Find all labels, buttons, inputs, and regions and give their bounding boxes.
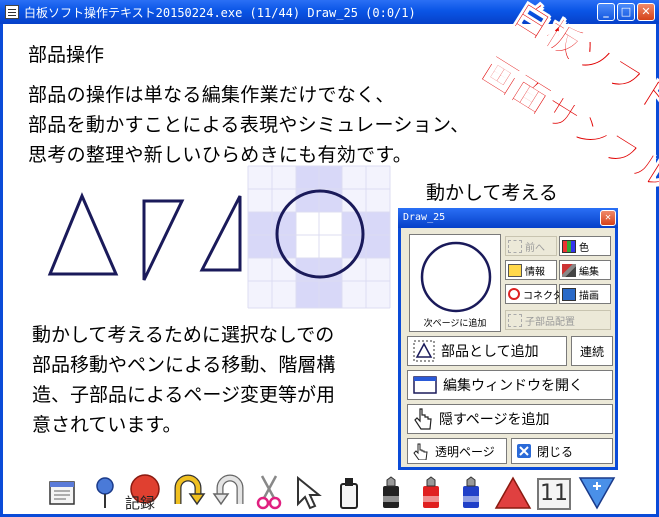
prev-icon <box>508 239 522 253</box>
preview-caption: 次ページに追加 <box>423 319 487 329</box>
minimize-button[interactable]: _ <box>597 3 615 21</box>
connector-label: コネクタ <box>523 290 563 302</box>
pin-icon[interactable] <box>92 476 118 510</box>
close-x-icon <box>517 444 531 458</box>
paragraph-line-2: 部品を動かすことによる表現やシミュレーション、 <box>28 114 470 136</box>
pointer-arrow-icon[interactable] <box>294 476 322 510</box>
body-line-2: 部品移動やペンによる移動、階層構 <box>32 354 336 376</box>
color-button[interactable]: 色 <box>559 236 611 256</box>
dialog-title-bar[interactable]: Draw_25 ✕ <box>398 208 618 228</box>
add-as-part-button[interactable]: 部品として追加 <box>407 336 567 366</box>
record-label: 記録 <box>125 494 156 512</box>
edit-button[interactable]: 編集 <box>559 260 611 280</box>
transparent-page-button[interactable]: 透明ページ <box>407 438 507 464</box>
info-icon <box>508 263 522 277</box>
grid-area <box>247 165 391 309</box>
color-label: 色 <box>579 242 589 254</box>
palette-icon <box>562 239 576 253</box>
undo-icon[interactable] <box>170 474 206 510</box>
child-layout-icon <box>508 313 522 327</box>
add-part-icon <box>413 340 435 362</box>
open-edit-window-button[interactable]: 編集ウィンドウを開く <box>407 370 613 400</box>
info-label: 情報 <box>525 266 545 278</box>
close-dialog-label: 閉じる <box>537 444 574 459</box>
part-preview[interactable]: 次ページに追加 <box>409 234 501 332</box>
hand-pointer-icon <box>414 408 432 430</box>
right-triangle-shape[interactable] <box>142 199 185 281</box>
page-number: 11 <box>537 478 571 510</box>
page-heading: 部品操作 <box>28 44 105 66</box>
scissors-icon[interactable] <box>254 474 284 510</box>
maximize-button[interactable]: □ <box>617 3 635 21</box>
open-edit-window-label: 編集ウィンドウを開く <box>443 378 583 394</box>
window-icon <box>413 376 437 394</box>
redo-icon[interactable] <box>212 474 248 510</box>
transparent-page-label: 透明ページ <box>435 444 495 459</box>
window-controls: _ □ ✕ <box>597 3 655 21</box>
red-pen-icon[interactable] <box>418 476 444 510</box>
window-title: 白板ソフト操作テキスト20150224.exe (11/44) Draw_25 … <box>24 5 416 20</box>
move-think-label: 動かして考える <box>426 182 558 204</box>
body-line-4: 意されています。 <box>32 414 182 436</box>
child-layout-button[interactable]: 子部品配置 <box>505 310 611 330</box>
child-layout-label: 子部品配置 <box>525 316 575 328</box>
paragraph-line-1: 部品の操作は単なる編集作業だけでなく、 <box>28 84 395 106</box>
add-as-part-label: 部品として追加 <box>441 344 539 360</box>
close-dialog-button[interactable]: 閉じる <box>511 438 613 464</box>
close-button[interactable]: ✕ <box>637 3 655 21</box>
dialog-close-button[interactable]: ✕ <box>600 210 616 226</box>
body-line-3: 造、子部品によるページ変更等が用 <box>32 384 336 406</box>
dialog-title: Draw_25 <box>403 212 446 223</box>
add-hidden-page-button[interactable]: 隠すページを追加 <box>407 404 613 434</box>
tools-icon <box>562 263 576 277</box>
draw-label: 描画 <box>579 290 599 302</box>
triangle-shape[interactable] <box>47 192 119 276</box>
body-line-1: 動かして考えるために選択なしでの <box>32 324 335 346</box>
continuous-button[interactable]: 連続 <box>571 336 613 366</box>
previous-page-triangle-icon[interactable] <box>494 476 532 510</box>
draw-button[interactable]: 描画 <box>559 284 611 304</box>
hand-icon <box>413 443 428 460</box>
draw-dialog: Draw_25 ✕ 次ページに追加 前へ 色 情報 編集 コネクタ 描画 子部品… <box>398 208 618 470</box>
blue-pen-icon[interactable] <box>458 476 484 510</box>
prev-button[interactable]: 前へ <box>505 236 557 256</box>
black-pen-icon[interactable] <box>378 476 404 510</box>
eraser-icon[interactable] <box>336 476 362 510</box>
app-icon <box>5 5 19 19</box>
connector-button[interactable]: コネクタ <box>505 284 563 304</box>
window-list-icon[interactable] <box>48 478 76 508</box>
shapes-canvas <box>47 165 391 309</box>
preview-circle-icon <box>420 241 492 313</box>
continuous-label: 連続 <box>579 344 604 359</box>
edit-label: 編集 <box>579 266 599 278</box>
prev-label: 前へ <box>525 242 545 254</box>
add-hidden-page-label: 隠すページを追加 <box>439 412 550 428</box>
info-button[interactable]: 情報 <box>505 260 557 280</box>
right-triangle-shape-2[interactable] <box>199 195 242 272</box>
connector-icon <box>508 288 520 300</box>
next-page-triangle-icon[interactable] <box>578 476 616 510</box>
paint-icon <box>562 287 576 301</box>
